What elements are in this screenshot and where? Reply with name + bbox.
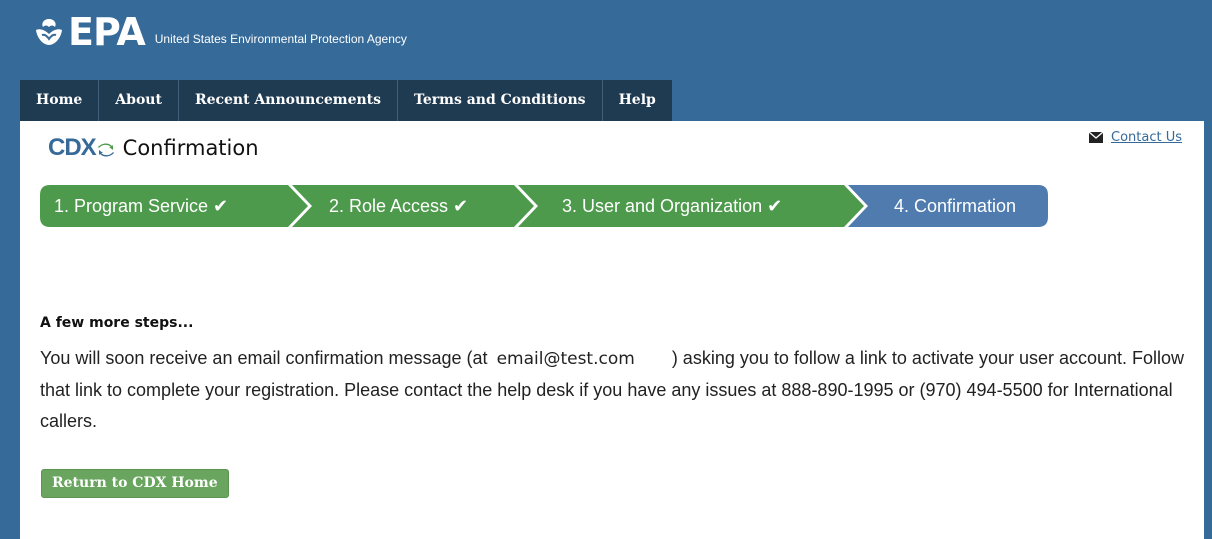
site-header: EPA United States Environmental Protecti… <box>8 0 1212 80</box>
nav-help[interactable]: Help <box>603 80 672 121</box>
nav-terms-and-conditions[interactable]: Terms and Conditions <box>398 80 603 121</box>
page-title: Confirmation <box>122 136 259 160</box>
confirmation-message: You will soon receive an email confirmat… <box>40 343 1190 437</box>
main-content: CDX Confirmation Contact Us 1. Program S… <box>20 121 1204 539</box>
main-nav: Home About Recent Announcements Terms an… <box>20 80 672 121</box>
page: EPA United States Environmental Protecti… <box>0 0 1212 539</box>
section-heading: A few more steps... <box>40 315 194 331</box>
message-text-before: You will soon receive an email confirmat… <box>40 348 488 368</box>
step-1-program-service[interactable]: 1. Program Service ✔ <box>54 185 228 227</box>
nav-recent-announcements[interactable]: Recent Announcements <box>179 80 399 121</box>
epa-flower-icon <box>36 19 62 45</box>
nav-about[interactable]: About <box>99 80 179 121</box>
envelope-icon <box>1089 132 1103 143</box>
progress-steps: 1. Program Service ✔ 2. Role Access ✔ 3.… <box>40 185 1048 227</box>
step-2-role-access[interactable]: 2. Role Access ✔ <box>329 185 468 227</box>
step-3-user-and-organization[interactable]: 3. User and Organization ✔ <box>562 185 782 227</box>
contact-us-link[interactable]: Contact Us <box>1111 130 1182 145</box>
step-4-confirmation[interactable]: 4. Confirmation <box>894 185 1016 227</box>
cdx-arrows-icon <box>97 143 114 157</box>
agency-name: United States Environmental Protection A… <box>154 32 407 46</box>
nav-home[interactable]: Home <box>20 80 100 121</box>
return-to-cdx-home-button[interactable]: Return to CDX Home <box>41 469 229 498</box>
cdx-logo: CDX <box>48 134 97 161</box>
epa-logo[interactable]: EPA United States Environmental Protecti… <box>32 12 407 52</box>
email-address: email@test.com <box>496 349 635 369</box>
epa-logo-text: EPA <box>68 10 146 54</box>
page-title-bar: CDX Confirmation <box>48 134 259 162</box>
contact-us: Contact Us <box>1089 130 1182 145</box>
